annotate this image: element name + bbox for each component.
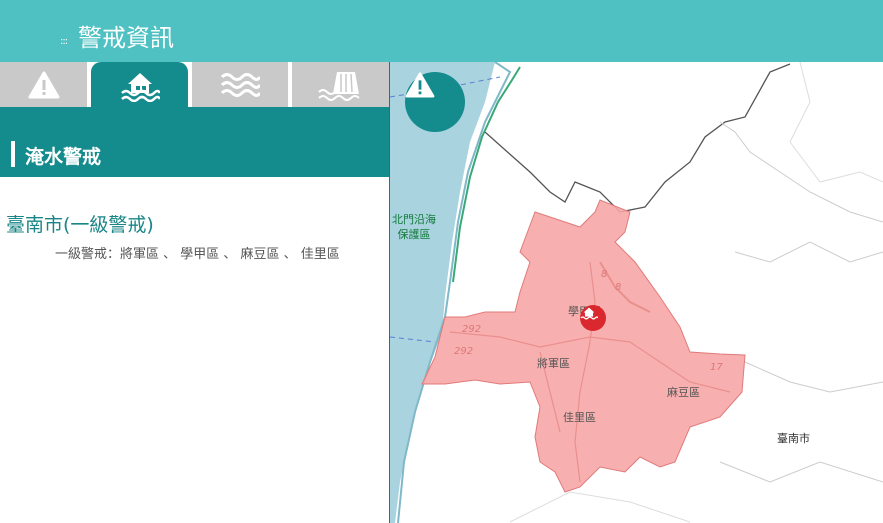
tab-water-alert[interactable] [192,62,288,107]
alert-type-tabs [0,62,389,107]
reserve-label-line1: 北門沿海 [392,213,436,226]
alert-city-title[interactable]: 臺南市(一級警戒) [6,210,154,237]
alert-toggle-button[interactable] [405,72,465,132]
minor-boundary-3 [744,361,883,393]
district-label-jiangjun: 將軍區 [537,357,570,370]
tab-reservoir-alert[interactable] [292,62,389,107]
city-label-tainan: 臺南市 [777,432,810,445]
waves-icon [220,72,260,97]
minor-boundary-5 [509,491,691,523]
section-title: 淹水警戒 [25,146,102,168]
reserve-label: 北門沿海 保護區 [392,212,436,242]
page-header: ::: 警戒資訊 [0,0,883,62]
road-label: 17 [710,362,723,373]
page-title: 警戒資訊 [78,24,174,52]
tab-general-alert[interactable] [0,62,87,107]
minor-boundary-4 [719,461,883,483]
tab-flood-alert[interactable] [91,62,188,107]
flooded-house-icon [580,307,598,320]
warning-icon [405,72,435,98]
minor-boundary-6 [789,62,883,183]
road-label: 292 [462,324,482,335]
road-label: 8 [601,269,608,280]
dam-icon [317,71,360,101]
warning-icon [28,71,59,98]
map-canvas [390,62,883,523]
reserve-label-line2: 保護區 [397,228,431,241]
county-boundary [484,63,791,213]
menu-dots-icon[interactable]: ::: [60,36,68,47]
district-label-madou: 麻豆區 [667,386,700,399]
map-view[interactable]: 北門沿海 保護區 學甲區 將軍區 麻豆區 佳里區 臺南市 8 8 292 292… [390,62,883,523]
section-header: 淹水警戒 [0,107,389,177]
alert-panel: 淹水警戒 臺南市(一級警戒) 一級警戒：將軍區 、 學甲區 、 麻豆區 、 佳里… [0,62,390,523]
minor-boundary-2 [734,241,883,263]
district-label-jiali: 佳里區 [563,411,596,424]
road-label: 292 [454,346,474,357]
section-accent-bar [11,141,15,167]
alert-districts: 一級警戒：將軍區 、 學甲區 、 麻豆區 、 佳里區 [55,247,340,262]
flooded-house-icon [120,72,160,102]
road-label: 8 [615,282,622,293]
flood-marker[interactable] [580,305,606,331]
